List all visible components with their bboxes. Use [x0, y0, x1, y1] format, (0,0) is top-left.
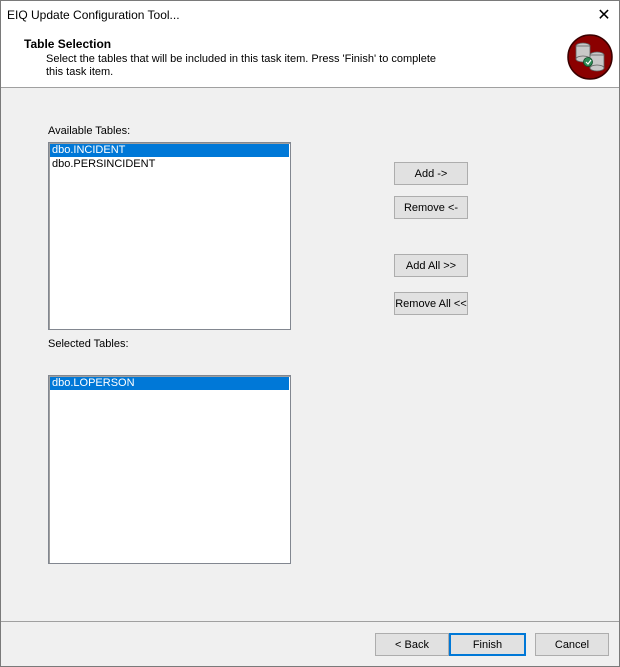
title-bar[interactable]: EIQ Update Configuration Tool... ✕: [1, 1, 619, 29]
list-item[interactable]: dbo.LOPERSON: [50, 377, 289, 390]
selected-tables-list[interactable]: dbo.LOPERSON: [48, 375, 291, 564]
selected-tables-label: Selected Tables:: [48, 338, 129, 350]
page-description: Select the tables that will be included …: [46, 53, 436, 78]
footer-separator: [1, 621, 619, 622]
close-icon[interactable]: ✕: [589, 1, 619, 29]
finish-button[interactable]: Finish: [449, 633, 526, 656]
dialog-window: EIQ Update Configuration Tool... ✕ Table…: [0, 0, 620, 667]
remove-button[interactable]: Remove <-: [394, 196, 468, 219]
available-tables-list[interactable]: dbo.INCIDENT dbo.PERSINCIDENT: [48, 142, 291, 330]
available-tables-label: Available Tables:: [48, 125, 131, 137]
back-button[interactable]: < Back: [375, 633, 449, 656]
wizard-header: Table Selection Select the tables that w…: [1, 29, 619, 88]
database-wizard-icon: [567, 34, 613, 80]
page-title: Table Selection: [24, 37, 112, 51]
add-button[interactable]: Add ->: [394, 162, 468, 185]
cancel-button[interactable]: Cancel: [535, 633, 609, 656]
add-all-button[interactable]: Add All >>: [394, 254, 468, 277]
list-item[interactable]: dbo.INCIDENT: [50, 144, 289, 157]
window-title: EIQ Update Configuration Tool...: [7, 8, 180, 22]
remove-all-button[interactable]: Remove All <<: [394, 292, 468, 315]
list-item[interactable]: dbo.PERSINCIDENT: [50, 158, 289, 171]
